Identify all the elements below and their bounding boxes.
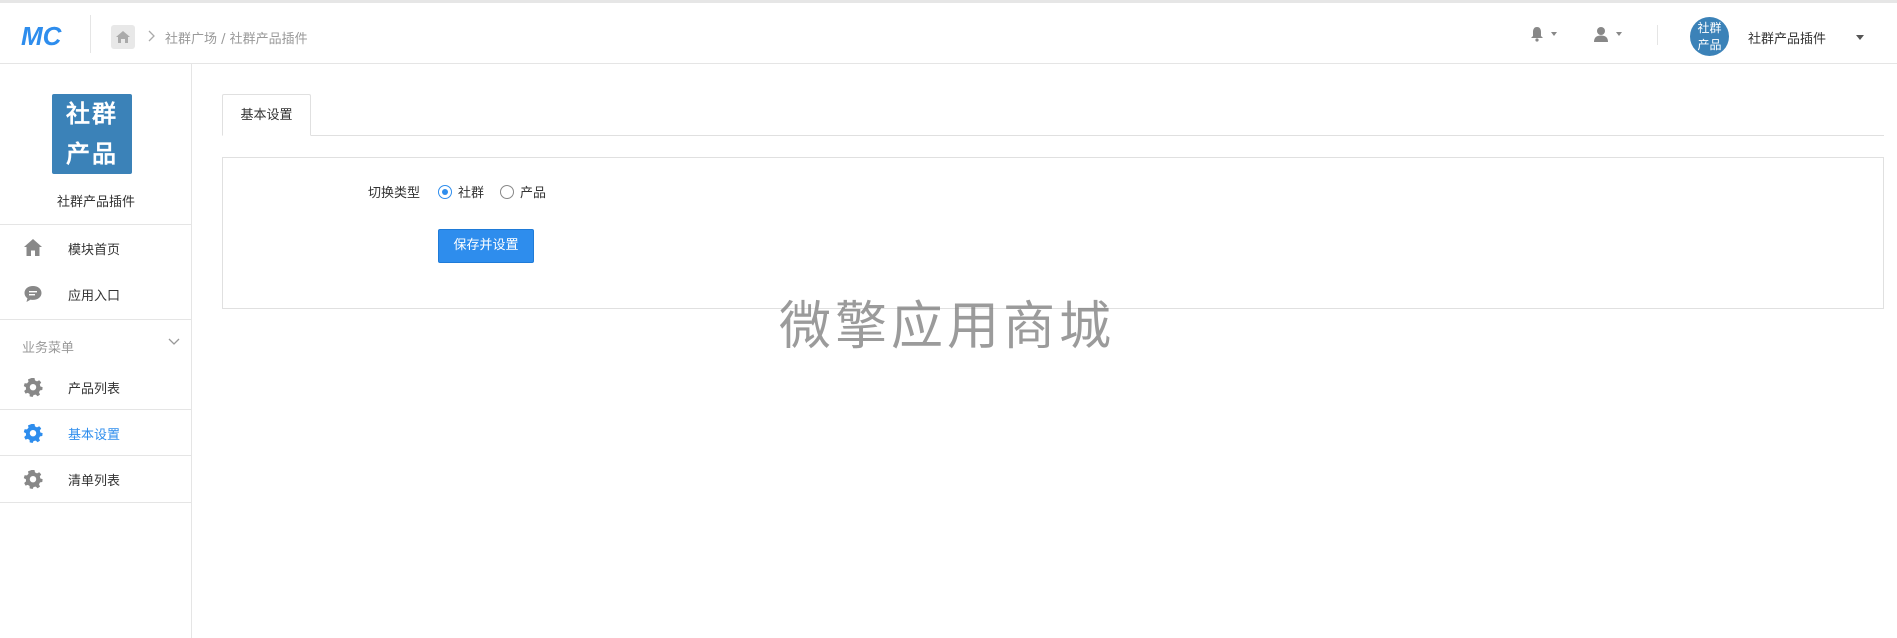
sidebar-item-label: 基本设置 <box>68 428 121 443</box>
svg-text:MC: MC <box>21 22 63 50</box>
module-name: 社群产品插件 <box>56 195 135 210</box>
sidebar-item-product-list[interactable]: 产品列表 <box>0 364 192 409</box>
gear-icon <box>23 470 43 489</box>
header-divider <box>1657 25 1658 45</box>
sidebar-item-label: 模块首页 <box>68 243 121 258</box>
watermark: 微擎应用商城 <box>779 297 1116 357</box>
avatar[interactable]: 社群 产品 <box>1690 17 1729 56</box>
module-logo-line1: 社群 <box>66 100 118 128</box>
chat-icon <box>24 286 42 302</box>
sidebar-divider <box>0 502 192 503</box>
module-logo: 社群 产品 <box>52 94 132 174</box>
sidebar-item-label: 应用入口 <box>68 289 121 304</box>
sidebar-item-label: 产品列表 <box>68 382 121 397</box>
radio-community[interactable]: 社群 <box>438 182 484 201</box>
home-icon <box>24 239 42 256</box>
sidebar-divider <box>0 319 192 320</box>
account-caret-icon[interactable] <box>1856 35 1864 40</box>
sidebar-item-list[interactable]: 清单列表 <box>0 456 192 501</box>
avatar-text-line1: 社群 <box>1697 21 1722 35</box>
module-logo-line2: 产品 <box>66 140 118 168</box>
bell-icon <box>1531 27 1543 42</box>
user-dropdown[interactable] <box>1593 26 1622 42</box>
gear-icon <box>23 378 43 397</box>
home-icon <box>116 31 130 43</box>
sidebar-item-entry[interactable]: 应用入口 <box>0 271 192 316</box>
sidebar-group-title[interactable]: 业务菜单 <box>22 337 74 356</box>
chevron-down-icon <box>1551 32 1557 36</box>
top-bar: MC 社群广场 / 社群产品插件 社群 产品 社群产品插件 <box>0 0 1897 64</box>
avatar-text-line2: 产品 <box>1697 38 1722 52</box>
chevron-down-icon[interactable] <box>167 335 181 349</box>
breadcrumb-home-button[interactable] <box>111 25 135 49</box>
switch-type-label: 切换类型 <box>368 186 421 201</box>
sidebar-item-home[interactable]: 模块首页 <box>0 225 192 270</box>
radio-checked-icon[interactable] <box>438 184 452 199</box>
tab-basic-settings[interactable]: 基本设置 <box>222 94 311 136</box>
radio-label: 社群 <box>458 186 485 201</box>
radio-unchecked-icon[interactable] <box>500 184 514 199</box>
sidebar-item-basic-settings[interactable]: 基本设置 <box>0 410 192 455</box>
radio-label: 产品 <box>520 186 547 201</box>
breadcrumb[interactable]: 社群广场 / 社群产品插件 <box>165 28 308 47</box>
radio-product[interactable]: 产品 <box>500 182 546 201</box>
save-and-set-button[interactable]: 保存并设置 <box>438 229 534 263</box>
chevron-right-icon <box>148 30 155 42</box>
gear-icon <box>23 424 43 443</box>
sidebar-item-label: 清单列表 <box>68 474 121 489</box>
account-name[interactable]: 社群产品插件 <box>1748 28 1826 47</box>
chevron-down-icon <box>1616 32 1622 36</box>
tabs-baseline <box>222 135 1884 136</box>
logo-divider <box>90 15 91 53</box>
brand-logo[interactable]: MC <box>21 22 71 50</box>
sidebar: 社群 产品 社群产品插件 模块首页 应用入口 业务菜单 产品列表 基本设置 清单… <box>0 64 192 638</box>
user-icon <box>1594 27 1608 42</box>
notifications-dropdown[interactable] <box>1530 26 1557 42</box>
